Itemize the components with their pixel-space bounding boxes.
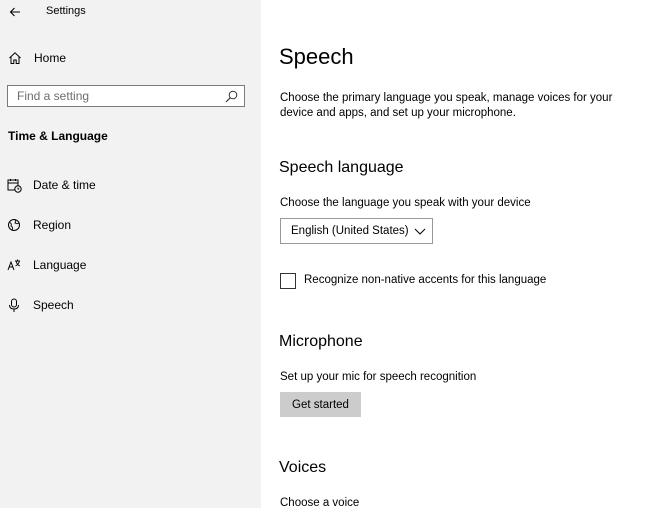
back-arrow-icon <box>9 7 20 17</box>
search-input[interactable] <box>8 86 227 106</box>
speech-language-description: Choose the language you speak with your … <box>280 197 531 209</box>
page-description: Choose the primary language you speak, m… <box>280 92 613 119</box>
sidebar-item-region[interactable]: Region <box>0 213 261 237</box>
sidebar-item-label: Speech <box>33 298 74 312</box>
sidebar-item-date-time[interactable]: Date & time <box>0 173 261 197</box>
sidebar-item-language[interactable]: Language <box>0 253 261 277</box>
home-icon <box>9 52 21 64</box>
non-native-accents-option[interactable]: Recognize non-native accents for this la… <box>280 272 640 290</box>
speech-language-heading: Speech language <box>279 159 404 176</box>
voices-heading: Voices <box>279 459 327 476</box>
sidebar-item-home[interactable]: Home <box>0 47 261 69</box>
dropdown-selected-value: English (United States) <box>291 225 409 237</box>
search-box[interactable] <box>7 85 245 107</box>
sidebar-item-speech[interactable]: Speech <box>0 293 261 317</box>
get-started-button[interactable]: Get started <box>280 392 361 417</box>
sidebar: Settings Home Time & Language Date & tim… <box>0 0 261 508</box>
microphone-heading: Microphone <box>279 333 363 350</box>
calendar-clock-icon <box>7 179 22 193</box>
sidebar-item-label: Home <box>34 51 67 65</box>
app-title: Settings <box>46 5 86 17</box>
microphone-icon <box>9 298 19 312</box>
non-native-accents-checkbox[interactable] <box>280 273 296 289</box>
main-content: Speech Choose the primary language you s… <box>261 0 650 509</box>
chevron-down-icon <box>414 228 426 235</box>
sidebar-section-title: Time & Language <box>8 129 108 143</box>
globe-icon <box>8 219 20 231</box>
page-title: Speech <box>279 44 354 69</box>
speech-language-dropdown[interactable]: English (United States) <box>280 218 433 244</box>
checkbox-label: Recognize non-native accents for this la… <box>304 274 547 286</box>
search-icon[interactable] <box>225 90 238 103</box>
voices-description: Choose a voice <box>280 497 360 509</box>
sidebar-item-label: Language <box>33 258 87 272</box>
sidebar-item-label: Region <box>33 218 72 232</box>
sidebar-item-label: Date & time <box>33 178 96 192</box>
language-icon <box>7 259 21 271</box>
back-button[interactable] <box>4 2 26 22</box>
microphone-description: Set up your mic for speech recognition <box>280 371 477 383</box>
